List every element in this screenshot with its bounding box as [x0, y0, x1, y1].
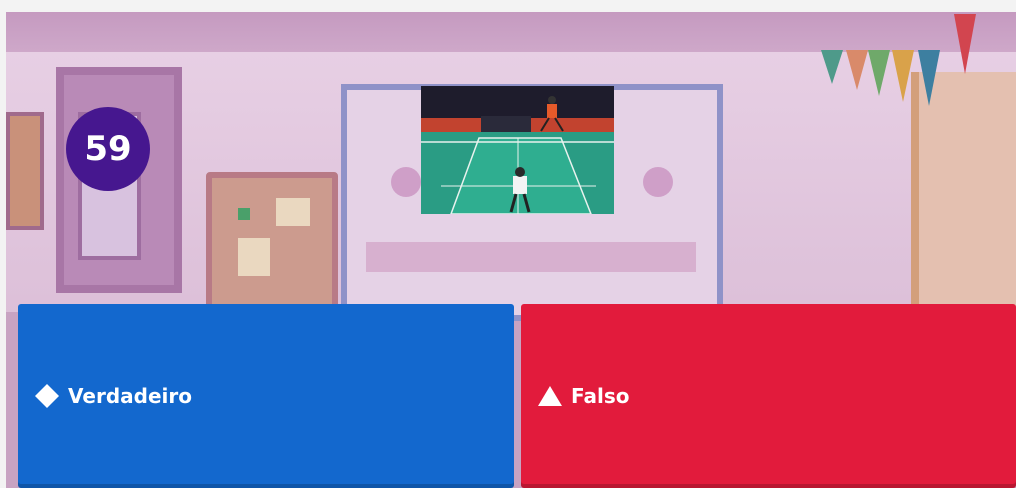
wall-decoration [643, 167, 673, 197]
room-window [911, 72, 1016, 312]
bunting-flag [918, 50, 940, 106]
countdown-timer: 59 [66, 107, 150, 191]
answer-button-false[interactable]: Falso [521, 304, 1016, 488]
bunting-flag [846, 50, 868, 90]
badminton-scene [421, 86, 614, 214]
board-note [276, 198, 310, 226]
question-image [421, 86, 614, 214]
bunting-flag [868, 50, 890, 96]
wall-decoration [391, 167, 421, 197]
answer-label: Verdadeiro [68, 384, 192, 408]
bunting-flag [954, 14, 976, 74]
answer-label: Falso [571, 384, 630, 408]
wall-picture [6, 112, 44, 230]
bunting-flag [821, 50, 843, 84]
answer-button-true[interactable]: Verdadeiro [18, 304, 514, 488]
board-note [238, 238, 270, 276]
bunting-flag [892, 50, 914, 102]
cork-board [206, 172, 338, 314]
game-stage: 59 Verdadeiro Falso [6, 12, 1016, 488]
triangle-icon [537, 383, 563, 409]
wall-shelf [366, 242, 696, 272]
board-pin [238, 208, 250, 220]
diamond-icon [34, 383, 60, 409]
